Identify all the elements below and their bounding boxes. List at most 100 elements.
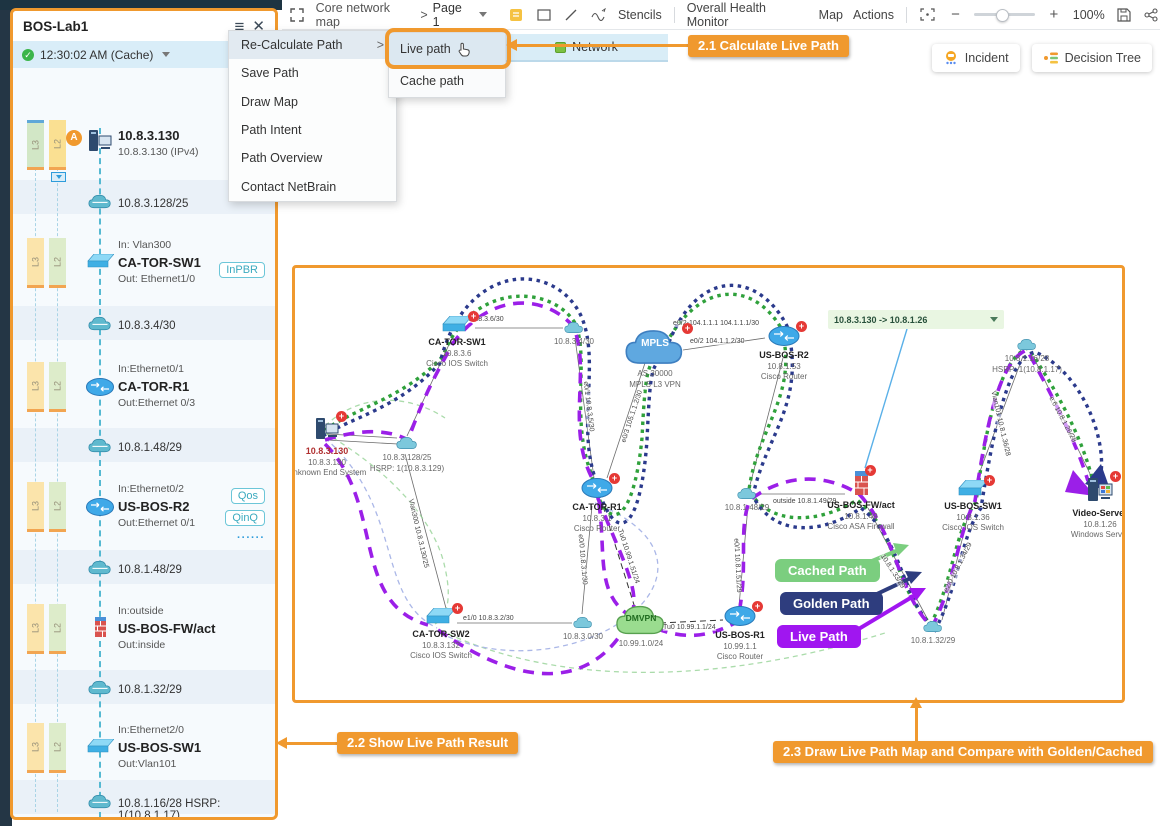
zoom-in-button[interactable]: + — [1045, 6, 1063, 24]
hop-ca-tor-r1[interactable]: L3 L2 In:Ethernet0/1 CA-TOR-R1 Out:Ether… — [13, 362, 275, 428]
hop-network[interactable]: 10.8.1.48/29 — [13, 560, 275, 586]
expand-chevron-icon[interactable] — [51, 172, 66, 182]
cloud-icon — [86, 794, 114, 814]
decision-tree-button[interactable]: Decision Tree — [1032, 44, 1152, 72]
zoom-slider[interactable] — [974, 13, 1035, 16]
map-node-cloud-10-8-3-4[interactable]: 10.8.3.4/30 — [528, 321, 620, 348]
switch-icon — [86, 739, 114, 759]
map-node-cloud-10-8-1-16[interactable]: 10.8.1.16/28 HSRP: 1(10.8.1.17) — [981, 338, 1073, 375]
annotation-2-3: 2.3 Draw Live Path Map and Compare with … — [773, 741, 1153, 763]
map-node-cloud-10-8-1-48[interactable]: 10.8.1.48/29 — [701, 487, 793, 514]
actions-menu-button[interactable]: Actions — [853, 8, 894, 22]
rectangle-tool-icon[interactable] — [535, 6, 553, 24]
chevron-down-icon — [990, 317, 998, 322]
cloud-icon — [86, 438, 114, 458]
status-plus-icon: + — [452, 603, 463, 614]
path-line — [99, 128, 101, 818]
map-node-dmvpn-cloud[interactable]: DMVPN 10.99.1.0/24 — [595, 604, 687, 650]
netbrain-app: { "icons": {"hamburger":"≡","close":"✕",… — [0, 0, 1160, 826]
hand-cursor-icon — [457, 42, 470, 57]
hop-us-bos-r2[interactable]: L3 L2 In:Ethernet0/2 US-BOS-R2 Out:Ether… — [13, 482, 275, 548]
status-plus-icon: + — [865, 465, 876, 476]
decision-tree-icon — [1043, 51, 1059, 65]
hop-network[interactable]: 10.8.1.48/29 — [13, 438, 275, 464]
map-node-ca-tor-sw2[interactable]: + CA-TOR-SW2 10.8.3.132 Cisco IOS Switch — [395, 608, 487, 662]
legend-golden-path: Golden Path — [780, 592, 883, 615]
save-icon[interactable] — [1115, 6, 1133, 24]
breadcrumb-separator: > — [420, 8, 427, 22]
menu-item-path-intent[interactable]: Path Intent — [229, 116, 396, 144]
zoom-slider-knob[interactable] — [996, 9, 1009, 22]
chevron-down-icon[interactable] — [479, 12, 487, 17]
hop-ca-tor-sw1[interactable]: L3 L2 In: Vlan300 CA-TOR-SW1 Out: Ethern… — [13, 238, 275, 304]
map-node-video-server[interactable]: + Video-Server 10.8.1.26 Windows Server — [1054, 476, 1125, 541]
stencils-button[interactable]: Stencils — [618, 8, 662, 22]
map-node-us-bos-r1[interactable]: + US-BOS-R1 10.99.1.1 Cisco Router — [694, 606, 786, 663]
breadcrumb[interactable]: Core network map > Page 1 — [316, 1, 488, 29]
hop-network[interactable]: 10.8.3.4/30 — [13, 316, 275, 342]
zoom-level: 100% — [1073, 8, 1105, 22]
breadcrumb-map-name[interactable]: Core network map — [316, 1, 416, 29]
map-node-us-bos-sw1[interactable]: + US-BOS-SW1 10.8.1.36 Cisco IOS Switch — [927, 480, 1019, 534]
endpoint-a-badge: A — [66, 130, 82, 146]
menu-item-path-overview[interactable]: Path Overview — [229, 144, 396, 172]
server-icon — [86, 128, 114, 159]
line-tool-icon[interactable] — [563, 6, 581, 24]
tab-network[interactable]: Network — [505, 34, 668, 62]
path-context-menu: Re-Calculate Path > Save Path Draw Map P… — [228, 30, 397, 202]
breadcrumb-page[interactable]: Page 1 — [433, 1, 472, 29]
status-plus-icon: + — [796, 321, 807, 332]
cache-timestamp[interactable]: 12:30:02 AM (Cache) — [40, 48, 153, 62]
chevron-down-icon[interactable] — [162, 52, 170, 57]
inpbr-tag[interactable]: InPBR — [219, 262, 265, 278]
network-map-canvas[interactable]: e1/0 10.8.3.6/30 e0/1 10.8.3.5/30 e0/3 1… — [292, 265, 1125, 703]
submenu-item-cache-path[interactable]: Cache path — [389, 65, 505, 97]
cloud-icon — [86, 680, 114, 700]
incident-icon — [943, 50, 959, 66]
submenu-arrow-icon: > — [377, 38, 384, 52]
legend-live-path: Live Path — [777, 625, 861, 648]
menu-item-contact-netbrain[interactable]: Contact NetBrain — [229, 172, 396, 200]
map-node-cloud-10-8-3-128[interactable]: 10.8.3.128/25 HSRP: 1(10.8.3.129) — [361, 436, 453, 474]
status-plus-icon: + — [336, 411, 347, 422]
menu-item-save-path[interactable]: Save Path — [229, 59, 396, 87]
hop-network[interactable]: 10.8.1.32/29 — [13, 680, 275, 706]
submenu-item-live-path[interactable]: Live path — [389, 33, 505, 65]
hop-network[interactable]: 10.8.1.16/28 HSRP: 1(10.8.1.17) — [13, 794, 275, 820]
status-plus-icon: + — [682, 323, 693, 334]
status-plus-icon: + — [609, 473, 620, 484]
cloud-icon — [86, 560, 114, 580]
cloud-icon — [86, 194, 114, 214]
map-node-us-bos-fw[interactable]: + US-BOS-FW/act 10.8.1.49 Cisco ASA Fire… — [815, 470, 907, 533]
zoom-out-button[interactable]: − — [947, 6, 965, 24]
firewall-icon — [92, 616, 108, 643]
map-node-mpls-cloud[interactable]: MPLS + AS 30000 MPLS L3 VPN — [609, 328, 701, 390]
share-icon[interactable] — [1142, 6, 1160, 24]
map-node-us-bos-r2[interactable]: + US-BOS-R2 10.8.1.53 Cisco Router — [738, 326, 830, 383]
status-plus-icon: + — [984, 475, 995, 486]
annotation-2-2: 2.2 Show Live Path Result — [337, 732, 518, 754]
map-node-ca-tor-sw1[interactable]: + CA-TOR-SW1 10.8.3.6 Cisco IOS Switch — [411, 316, 503, 370]
incident-button[interactable]: Incident — [932, 44, 1020, 72]
path-selector-dropdown[interactable]: 10.8.3.130 -> 10.8.1.26 — [828, 310, 1004, 329]
hop-us-bos-sw1[interactable]: L3 L2 In:Ethernet2/0 US-BOS-SW1 Out:Vlan… — [13, 723, 275, 789]
status-plus-icon: + — [752, 601, 763, 612]
hop-us-bos-fw[interactable]: L3 L2 In:outside US-BOS-FW/act Out:insid… — [13, 604, 275, 670]
map-toolbar: Core network map > Page 1 Stencils Overa… — [282, 0, 1160, 30]
curve-tool-icon[interactable] — [590, 6, 608, 24]
expand-icon[interactable] — [288, 6, 306, 24]
qinq-tag[interactable]: QinQ — [225, 510, 265, 526]
map-node-cloud-10-8-1-32[interactable]: 10.8.1.32/29 — [887, 620, 979, 647]
router-icon — [86, 378, 114, 401]
fit-screen-icon[interactable] — [919, 6, 937, 24]
note-tool-icon[interactable] — [507, 6, 525, 24]
annotation-2-1: 2.1 Calculate Live Path — [688, 35, 849, 57]
map-node-ca-tor-r1[interactable]: + CA-TOR-R1 10.8.3.1 Cisco Router — [551, 478, 643, 535]
cloud-icon — [86, 316, 114, 336]
more-dots[interactable]: ······ — [237, 532, 265, 544]
qos-tag[interactable]: Qos — [231, 488, 265, 504]
overall-health-monitor-button[interactable]: Overall Health Monitor — [687, 1, 809, 29]
map-menu-button[interactable]: Map — [819, 8, 843, 22]
menu-item-draw-map[interactable]: Draw Map — [229, 88, 396, 116]
menu-item-recalculate-path[interactable]: Re-Calculate Path > — [229, 31, 396, 59]
